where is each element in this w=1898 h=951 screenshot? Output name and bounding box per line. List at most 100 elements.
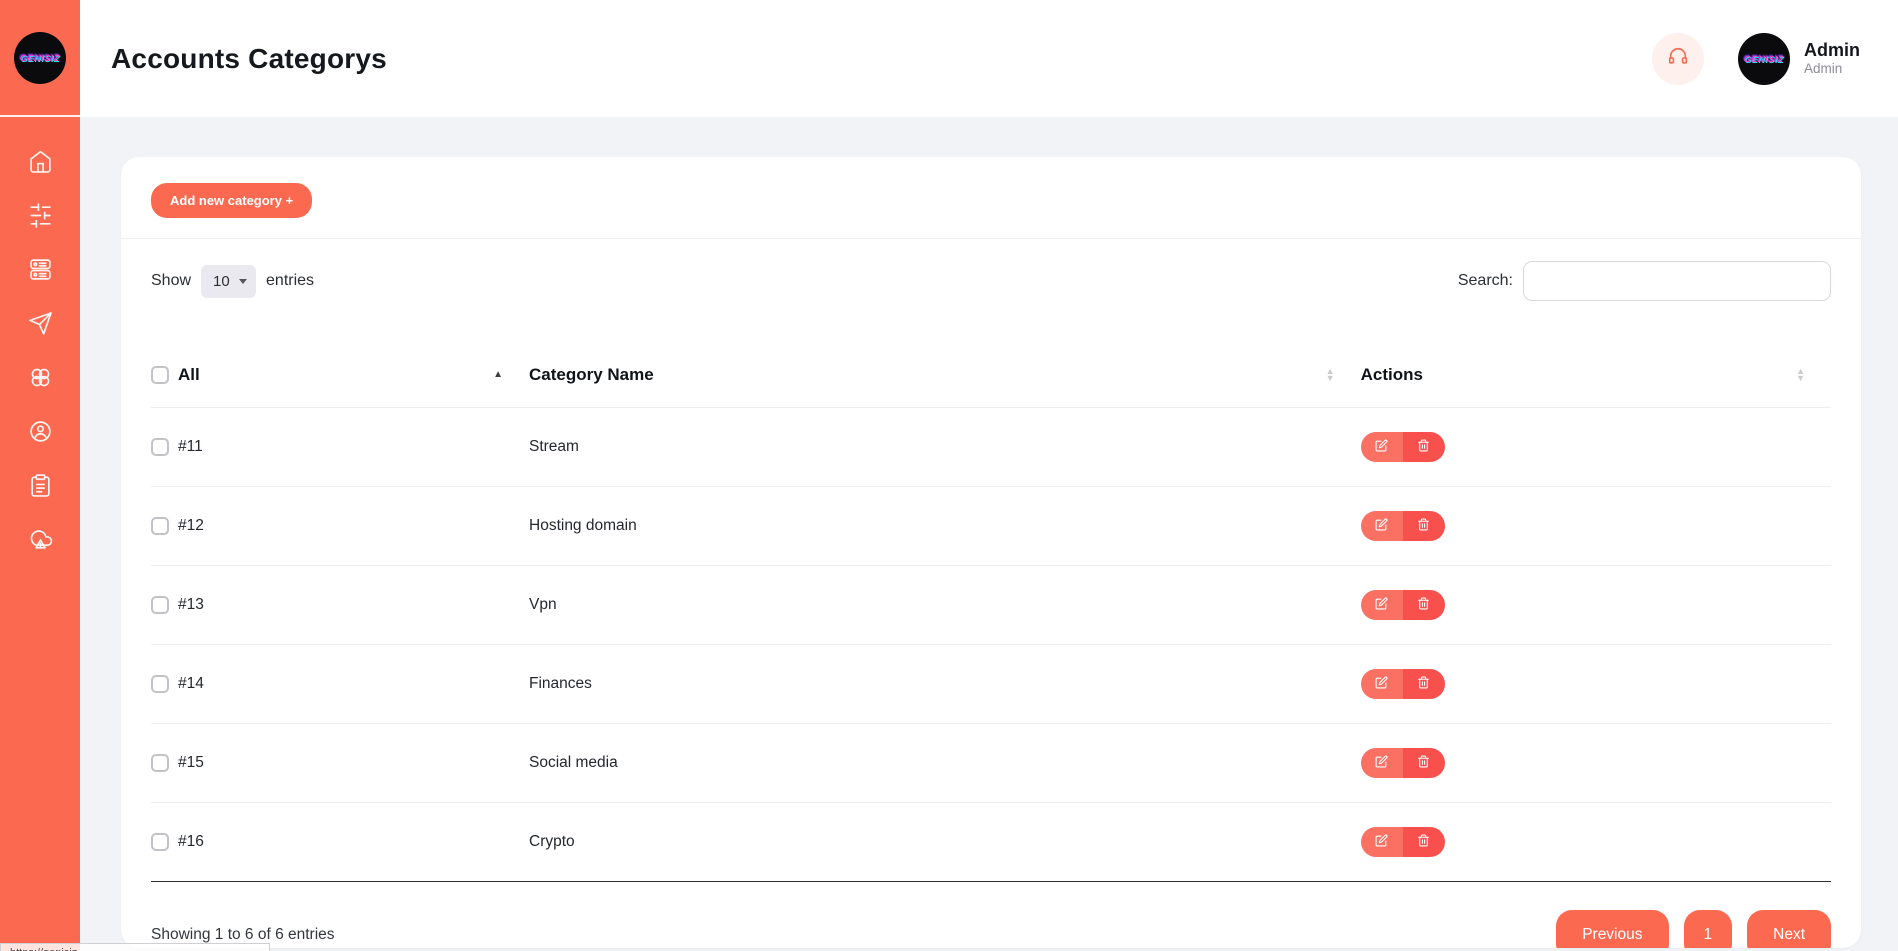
server-icon	[28, 257, 53, 287]
main-column: Accounts Categorys GENISIZ Admin Admin A…	[80, 0, 1898, 951]
edit-button[interactable]	[1361, 511, 1403, 541]
row-name: Stream	[529, 438, 579, 455]
topbar-right: GENISIZ Admin Admin	[1652, 33, 1860, 85]
row-actions	[1361, 590, 1445, 620]
table-row: #14 Finances	[151, 645, 1831, 724]
delete-button[interactable]	[1403, 511, 1445, 541]
trash-icon	[1417, 834, 1430, 850]
row-checkbox[interactable]	[151, 754, 169, 772]
column-actions-label: Actions	[1361, 365, 1423, 385]
row-actions	[1361, 827, 1445, 857]
row-id: #12	[178, 517, 204, 535]
trash-icon	[1417, 597, 1430, 613]
clover-icon	[28, 365, 53, 395]
column-header-category-name[interactable]: Category Name ▲▼	[529, 349, 1361, 408]
trash-icon	[1417, 439, 1430, 455]
pagination: Previous 1 Next	[1556, 910, 1831, 948]
card-body: Show 10 entries Search:	[121, 239, 1861, 948]
row-checkbox[interactable]	[151, 675, 169, 693]
table-row: #16 Crypto	[151, 803, 1831, 882]
sidebar-item-servers[interactable]	[13, 245, 67, 299]
clipboard-icon	[28, 473, 53, 503]
sort-both-icon: ▲▼	[1326, 368, 1335, 383]
avatar-logo-text: GENISIZ	[1744, 54, 1785, 64]
send-icon	[28, 311, 53, 341]
link-preview-status-bar: https://genisiz...	[0, 943, 270, 951]
entries-label: entries	[266, 272, 314, 290]
sidebar-item-accounts[interactable]	[13, 407, 67, 461]
row-actions	[1361, 511, 1445, 541]
edit-button[interactable]	[1361, 590, 1403, 620]
card-header: Add new category +	[121, 157, 1861, 239]
categories-card: Add new category + Show 10 entries	[121, 157, 1861, 948]
row-name: Finances	[529, 675, 592, 692]
row-id: #16	[178, 833, 204, 851]
sidebar-logo[interactable]: GENISIZ	[0, 0, 80, 117]
row-id: #13	[178, 596, 204, 614]
search-control: Search:	[1458, 261, 1831, 301]
headset-icon	[1667, 46, 1689, 71]
sidebar: GENISIZ	[0, 0, 80, 951]
add-category-button[interactable]: Add new category +	[151, 183, 312, 218]
table-body: #11 Stream #12 Hosting domain	[151, 408, 1831, 882]
user-role: Admin	[1804, 61, 1860, 78]
delete-button[interactable]	[1403, 432, 1445, 462]
content-area: Add new category + Show 10 entries	[80, 117, 1898, 951]
next-page-button[interactable]: Next	[1747, 910, 1831, 948]
row-id: #11	[178, 438, 203, 456]
table-row: #12 Hosting domain	[151, 487, 1831, 566]
column-header-all[interactable]: All ▲	[151, 349, 529, 408]
column-all-label: All	[178, 365, 200, 385]
row-id: #14	[178, 675, 204, 693]
table-row: #15 Social media	[151, 724, 1831, 803]
edit-button[interactable]	[1361, 748, 1403, 778]
user-menu[interactable]: GENISIZ Admin Admin	[1738, 33, 1860, 85]
delete-button[interactable]	[1403, 827, 1445, 857]
edit-icon	[1375, 597, 1388, 613]
row-checkbox[interactable]	[151, 596, 169, 614]
table-controls: Show 10 entries Search:	[151, 261, 1831, 301]
row-checkbox[interactable]	[151, 833, 169, 851]
edit-button[interactable]	[1361, 432, 1403, 462]
user-meta: Admin Admin	[1804, 39, 1860, 78]
globe-user-icon	[28, 419, 53, 449]
column-header-actions[interactable]: Actions ▲▼	[1361, 349, 1831, 408]
column-category-name-label: Category Name	[529, 365, 654, 385]
sidebar-item-home[interactable]	[13, 137, 67, 191]
edit-icon	[1375, 518, 1388, 534]
support-button[interactable]	[1652, 33, 1704, 85]
table-row: #11 Stream	[151, 408, 1831, 487]
sidebar-item-services[interactable]	[13, 353, 67, 407]
edit-icon	[1375, 439, 1388, 455]
select-all-checkbox[interactable]	[151, 366, 169, 384]
avatar: GENISIZ	[1738, 33, 1790, 85]
trash-icon	[1417, 518, 1430, 534]
search-input[interactable]	[1523, 261, 1831, 301]
sort-ascending-icon: ▲	[493, 370, 503, 380]
row-name: Crypto	[529, 833, 575, 850]
sidebar-item-reports[interactable]	[13, 461, 67, 515]
edit-button[interactable]	[1361, 827, 1403, 857]
trash-icon	[1417, 676, 1430, 692]
topbar: Accounts Categorys GENISIZ Admin Admin	[80, 0, 1898, 117]
page-length-select-wrap: 10	[201, 265, 256, 298]
delete-button[interactable]	[1403, 590, 1445, 620]
page-length-select[interactable]: 10	[201, 265, 256, 298]
table-footer: Showing 1 to 6 of 6 entries Previous 1 N…	[151, 882, 1831, 948]
row-checkbox[interactable]	[151, 517, 169, 535]
page-number-button[interactable]: 1	[1684, 910, 1733, 948]
delete-button[interactable]	[1403, 669, 1445, 699]
row-actions	[1361, 669, 1445, 699]
row-checkbox[interactable]	[151, 438, 169, 456]
edit-button[interactable]	[1361, 669, 1403, 699]
logo-text: GENISIZ	[20, 53, 61, 63]
sidebar-item-alerts[interactable]	[13, 515, 67, 569]
sidebar-item-settings[interactable]	[13, 191, 67, 245]
edit-icon	[1375, 755, 1388, 771]
previous-page-button[interactable]: Previous	[1556, 910, 1668, 948]
table-header-row: All ▲ Category Name ▲▼	[151, 349, 1831, 408]
categories-table: All ▲ Category Name ▲▼	[151, 349, 1831, 882]
sidebar-item-send[interactable]	[13, 299, 67, 353]
delete-button[interactable]	[1403, 748, 1445, 778]
search-label: Search:	[1458, 272, 1513, 290]
